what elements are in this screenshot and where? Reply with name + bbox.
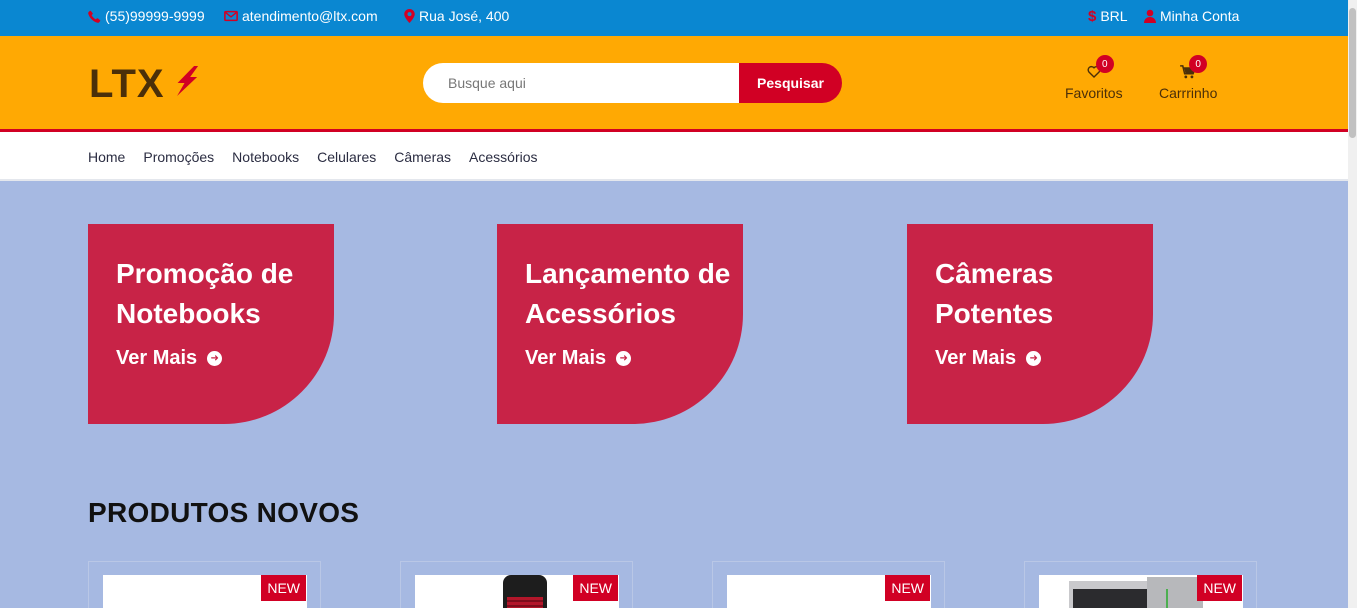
- cart-label: Carrrinho: [1159, 85, 1218, 101]
- banner-cameras[interactable]: Câmeras Potentes Ver Mais ➜: [907, 224, 1153, 424]
- new-badge: NEW: [1197, 575, 1242, 601]
- nav-item-promocoes[interactable]: Promoções: [143, 149, 214, 165]
- search-input[interactable]: [423, 63, 743, 103]
- arrow-circle-right-icon: ➜: [1026, 351, 1042, 366]
- email-text: atendimento@ltx.com: [242, 8, 378, 24]
- search-button[interactable]: Pesquisar: [739, 63, 842, 103]
- logo-text: LTX: [89, 62, 165, 106]
- favorites-link[interactable]: 0 Favoritos: [1065, 55, 1123, 101]
- main-navigation: Home Promoções Notebooks Celulares Câmer…: [0, 132, 1348, 181]
- arrow-circle-right-icon: ➜: [207, 351, 223, 366]
- scrollbar-thumb[interactable]: [1349, 8, 1356, 138]
- nav-item-acessorios[interactable]: Acessórios: [469, 149, 537, 165]
- phone-link[interactable]: (55)99999-9999: [88, 0, 205, 32]
- new-badge: NEW: [261, 575, 306, 601]
- account-link[interactable]: Minha Conta: [1144, 0, 1239, 32]
- phone-text: (55)99999-9999: [105, 8, 205, 24]
- map-marker-icon: [404, 9, 415, 23]
- dollar-icon: $: [1088, 7, 1097, 25]
- product-card[interactable]: NEW: [1024, 561, 1257, 608]
- cart-icon-wrap: 0: [1180, 55, 1208, 82]
- banner-more-link[interactable]: Ver Mais ➜: [116, 347, 223, 370]
- nav-item-cameras[interactable]: Câmeras: [394, 149, 451, 165]
- currency-text: BRL: [1100, 8, 1128, 24]
- arrow-circle-right-icon: ➜: [616, 351, 632, 366]
- banner-more-link[interactable]: Ver Mais ➜: [935, 347, 1042, 370]
- cart-link[interactable]: 0 Carrrinho: [1159, 55, 1218, 101]
- banner-title: Promoção de Notebooks: [116, 258, 294, 329]
- address-link[interactable]: Rua José, 400: [404, 0, 509, 32]
- site-logo[interactable]: LTX: [89, 62, 198, 107]
- account-text: Minha Conta: [1160, 8, 1240, 24]
- nav-item-home[interactable]: Home: [88, 149, 125, 165]
- favorites-icon-wrap: 0: [1087, 55, 1114, 82]
- banner-more-label: Ver Mais: [525, 347, 607, 369]
- banner-more-label: Ver Mais: [935, 347, 1017, 369]
- favorites-count-badge: 0: [1095, 55, 1114, 73]
- banner-notebooks[interactable]: Promoção de Notebooks Ver Mais ➜: [88, 224, 334, 424]
- product-card[interactable]: NEW: [400, 561, 633, 608]
- envelope-icon: [224, 10, 238, 22]
- user-icon: [1144, 9, 1156, 23]
- page-scrollbar[interactable]: [1348, 0, 1357, 608]
- section-title-new-products: PRODUTOS NOVOS: [88, 497, 360, 528]
- search-form: Pesquisar: [423, 63, 842, 103]
- favorites-label: Favoritos: [1065, 85, 1123, 101]
- nav-list: Home Promoções Notebooks Celulares Câmer…: [88, 132, 538, 181]
- new-badge: NEW: [573, 575, 618, 601]
- banner-more-label: Ver Mais: [116, 347, 198, 369]
- product-card[interactable]: NEW: [88, 561, 321, 608]
- new-badge: NEW: [885, 575, 930, 601]
- lightning-bolt-icon: [169, 65, 201, 104]
- banner-title: Lançamento de Acessórios: [525, 258, 731, 329]
- nav-item-celulares[interactable]: Celulares: [317, 149, 376, 165]
- nav-item-notebooks[interactable]: Notebooks: [232, 149, 299, 165]
- banner-accessories[interactable]: Lançamento de Acessórios Ver Mais ➜: [497, 224, 743, 424]
- main-header: LTX Pesquisar 0 Favoritos 0 Carrrinho: [0, 36, 1348, 132]
- banner-more-link[interactable]: Ver Mais ➜: [525, 347, 632, 370]
- address-text: Rua José, 400: [419, 8, 510, 24]
- currency-selector[interactable]: $ BRL: [1088, 0, 1128, 32]
- cart-count-badge: 0: [1189, 55, 1208, 73]
- banner-title: Câmeras Potentes: [935, 258, 1054, 329]
- product-card[interactable]: NEW: [712, 561, 945, 608]
- top-bar: (55)99999-9999 atendimento@ltx.com Rua J…: [0, 0, 1348, 36]
- email-link[interactable]: atendimento@ltx.com: [224, 0, 378, 32]
- phone-icon: [88, 10, 101, 23]
